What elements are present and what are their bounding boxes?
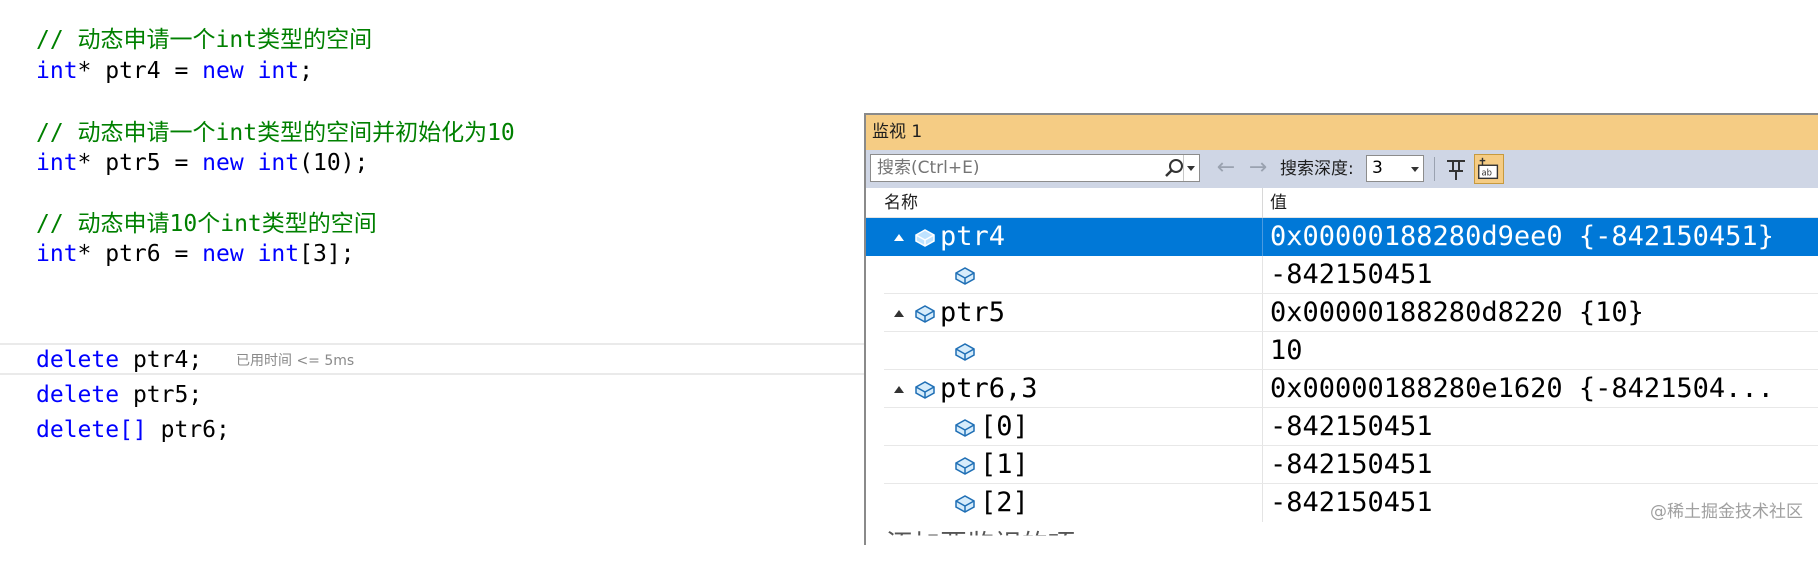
watch-row-ptr5-deref[interactable]: 10 [866,332,1818,370]
keyword-new: new [202,241,244,267]
watch-row-ptr4-deref[interactable]: -842150451 [866,256,1818,294]
cell-divider [1262,370,1263,408]
keyword-delete: delete [36,347,120,373]
column-divider[interactable] [1262,188,1263,218]
watch-window[interactable]: 监视 1 ← → 搜索深度: 3 ab [864,113,1818,545]
variable-object-icon [955,419,975,437]
code-text: * ptr6 = [77,241,203,267]
code-text: (10); [299,150,369,176]
code-text: ; [299,58,313,84]
perf-tip-elapsed[interactable]: 已用时间 <= 5ms [236,352,354,370]
search-forward-button[interactable]: → [1244,154,1272,182]
watch-toolbar: ← → 搜索深度: 3 ab [866,150,1818,188]
cell-divider [1262,408,1263,446]
watch-row-value[interactable]: -842150451 [1270,408,1433,446]
watch-row-name: ptr6,3 [940,373,1038,404]
cell-divider [1262,446,1263,484]
hex-display-toggle[interactable]: ab [1474,154,1504,184]
search-options-dropdown[interactable] [1183,155,1199,181]
watch-row-ptr6-1[interactable]: [1] -842150451 [866,446,1818,484]
watch-row-value[interactable]: -842150451 [1270,484,1433,522]
variable-object-icon [915,381,935,399]
variable-object-icon [955,457,975,475]
code-text: ptr4; [119,347,203,373]
keyword-delete: delete [36,382,120,408]
search-icon[interactable] [1163,158,1185,180]
search-depth-select[interactable]: 3 [1366,155,1424,182]
watch-row-name: ptr4 [940,221,1006,252]
watch-row-value[interactable]: 0x00000188280e1620 {-8421504... [1270,370,1774,408]
code-text: * ptr4 = [77,58,203,84]
search-depth-label: 搜索深度: [1280,159,1354,179]
code-line-ptr4-decl[interactable]: int* ptr4 = new int; [36,55,313,87]
watch-row-ptr6[interactable]: ptr6,3 0x00000188280e1620 {-8421504... [866,370,1818,408]
watch-row-ptr4[interactable]: ptr4 0x00000188280d9ee0 {-842150451} [866,218,1818,256]
search-box[interactable] [870,154,1200,182]
cell-divider [1262,484,1263,522]
chevron-down-icon [1187,166,1195,171]
cell-divider [1262,256,1263,294]
watch-title-bar[interactable]: 监视 1 [866,115,1818,150]
watch-row-ptr6-0[interactable]: [0] -842150451 [866,408,1818,446]
watermark: @稀土掘金技术社区 [1650,502,1803,522]
toolbar-separator [1434,157,1435,181]
watch-row-name: ptr5 [940,297,1006,328]
watch-column-header: 名称 值 [866,188,1818,218]
cell-divider [1262,294,1263,332]
code-line-delete-ptr5[interactable]: delete ptr5; [36,379,202,411]
watch-row-value[interactable]: 0x00000188280d9ee0 {-842150451} [1270,218,1774,256]
search-depth-value: 3 [1372,158,1383,178]
cell-divider [1262,332,1263,370]
chevron-down-icon [1411,167,1419,172]
svg-text:ab: ab [1482,168,1492,178]
column-header-name[interactable]: 名称 [884,188,918,218]
keyword-new: new [202,150,244,176]
search-back-button[interactable]: ← [1212,154,1240,182]
code-text: ptr5; [119,382,203,408]
code-line-delete-ptr4[interactable]: delete ptr4; [36,344,202,376]
cell-divider [1262,218,1263,256]
watch-row-name: [1] [980,449,1029,480]
code-line-comment-2[interactable]: // 动态申请一个int类型的空间并初始化为10 [36,117,515,149]
code-line-delete-ptr6[interactable]: delete[] ptr6; [36,414,230,446]
code-text: [3]; [299,241,355,267]
keyword-int: int [36,58,78,84]
keyword-int: int [257,58,300,84]
variable-object-icon [915,229,935,247]
variable-object-icon [955,343,975,361]
add-watch-item-placeholder[interactable]: 添加要监视的项 [886,523,1075,535]
watch-row-name: [2] [980,487,1029,518]
keyword-new: new [202,58,244,84]
collapse-arrow-icon[interactable] [894,386,904,393]
watch-row-value[interactable]: 0x00000188280d8220 {10} [1270,294,1644,332]
search-input[interactable] [871,155,1159,181]
keyword-int: int [257,150,300,176]
watch-row-value[interactable]: 10 [1270,332,1303,370]
code-line-comment-1[interactable]: // 动态申请一个int类型的空间 [36,24,372,56]
keyword-int: int [257,241,300,267]
code-text: ptr6; [146,417,230,443]
variable-object-icon [955,495,975,513]
keyword-int: int [36,241,78,267]
keyword-int: int [36,150,78,176]
code-line-comment-3[interactable]: // 动态申请10个int类型的空间 [36,208,377,240]
pin-icon[interactable] [1444,156,1468,182]
keyword-delete-array: delete[] [36,417,147,443]
column-header-value[interactable]: 值 [1270,188,1287,218]
collapse-arrow-icon[interactable] [894,310,904,317]
code-text: * ptr5 = [77,150,203,176]
collapse-arrow-icon[interactable] [894,234,904,241]
code-line-ptr5-decl[interactable]: int* ptr5 = new int(10); [36,147,368,179]
watch-row-name: [0] [980,411,1029,442]
variable-object-icon [915,305,935,323]
watch-row-ptr5[interactable]: ptr5 0x00000188280d8220 {10} [866,294,1818,332]
hex-display-icon: ab [1478,157,1499,180]
watch-row-value[interactable]: -842150451 [1270,446,1433,484]
watch-row-value[interactable]: -842150451 [1270,256,1433,294]
variable-object-icon [955,267,975,285]
code-line-ptr6-decl[interactable]: int* ptr6 = new int[3]; [36,238,355,270]
